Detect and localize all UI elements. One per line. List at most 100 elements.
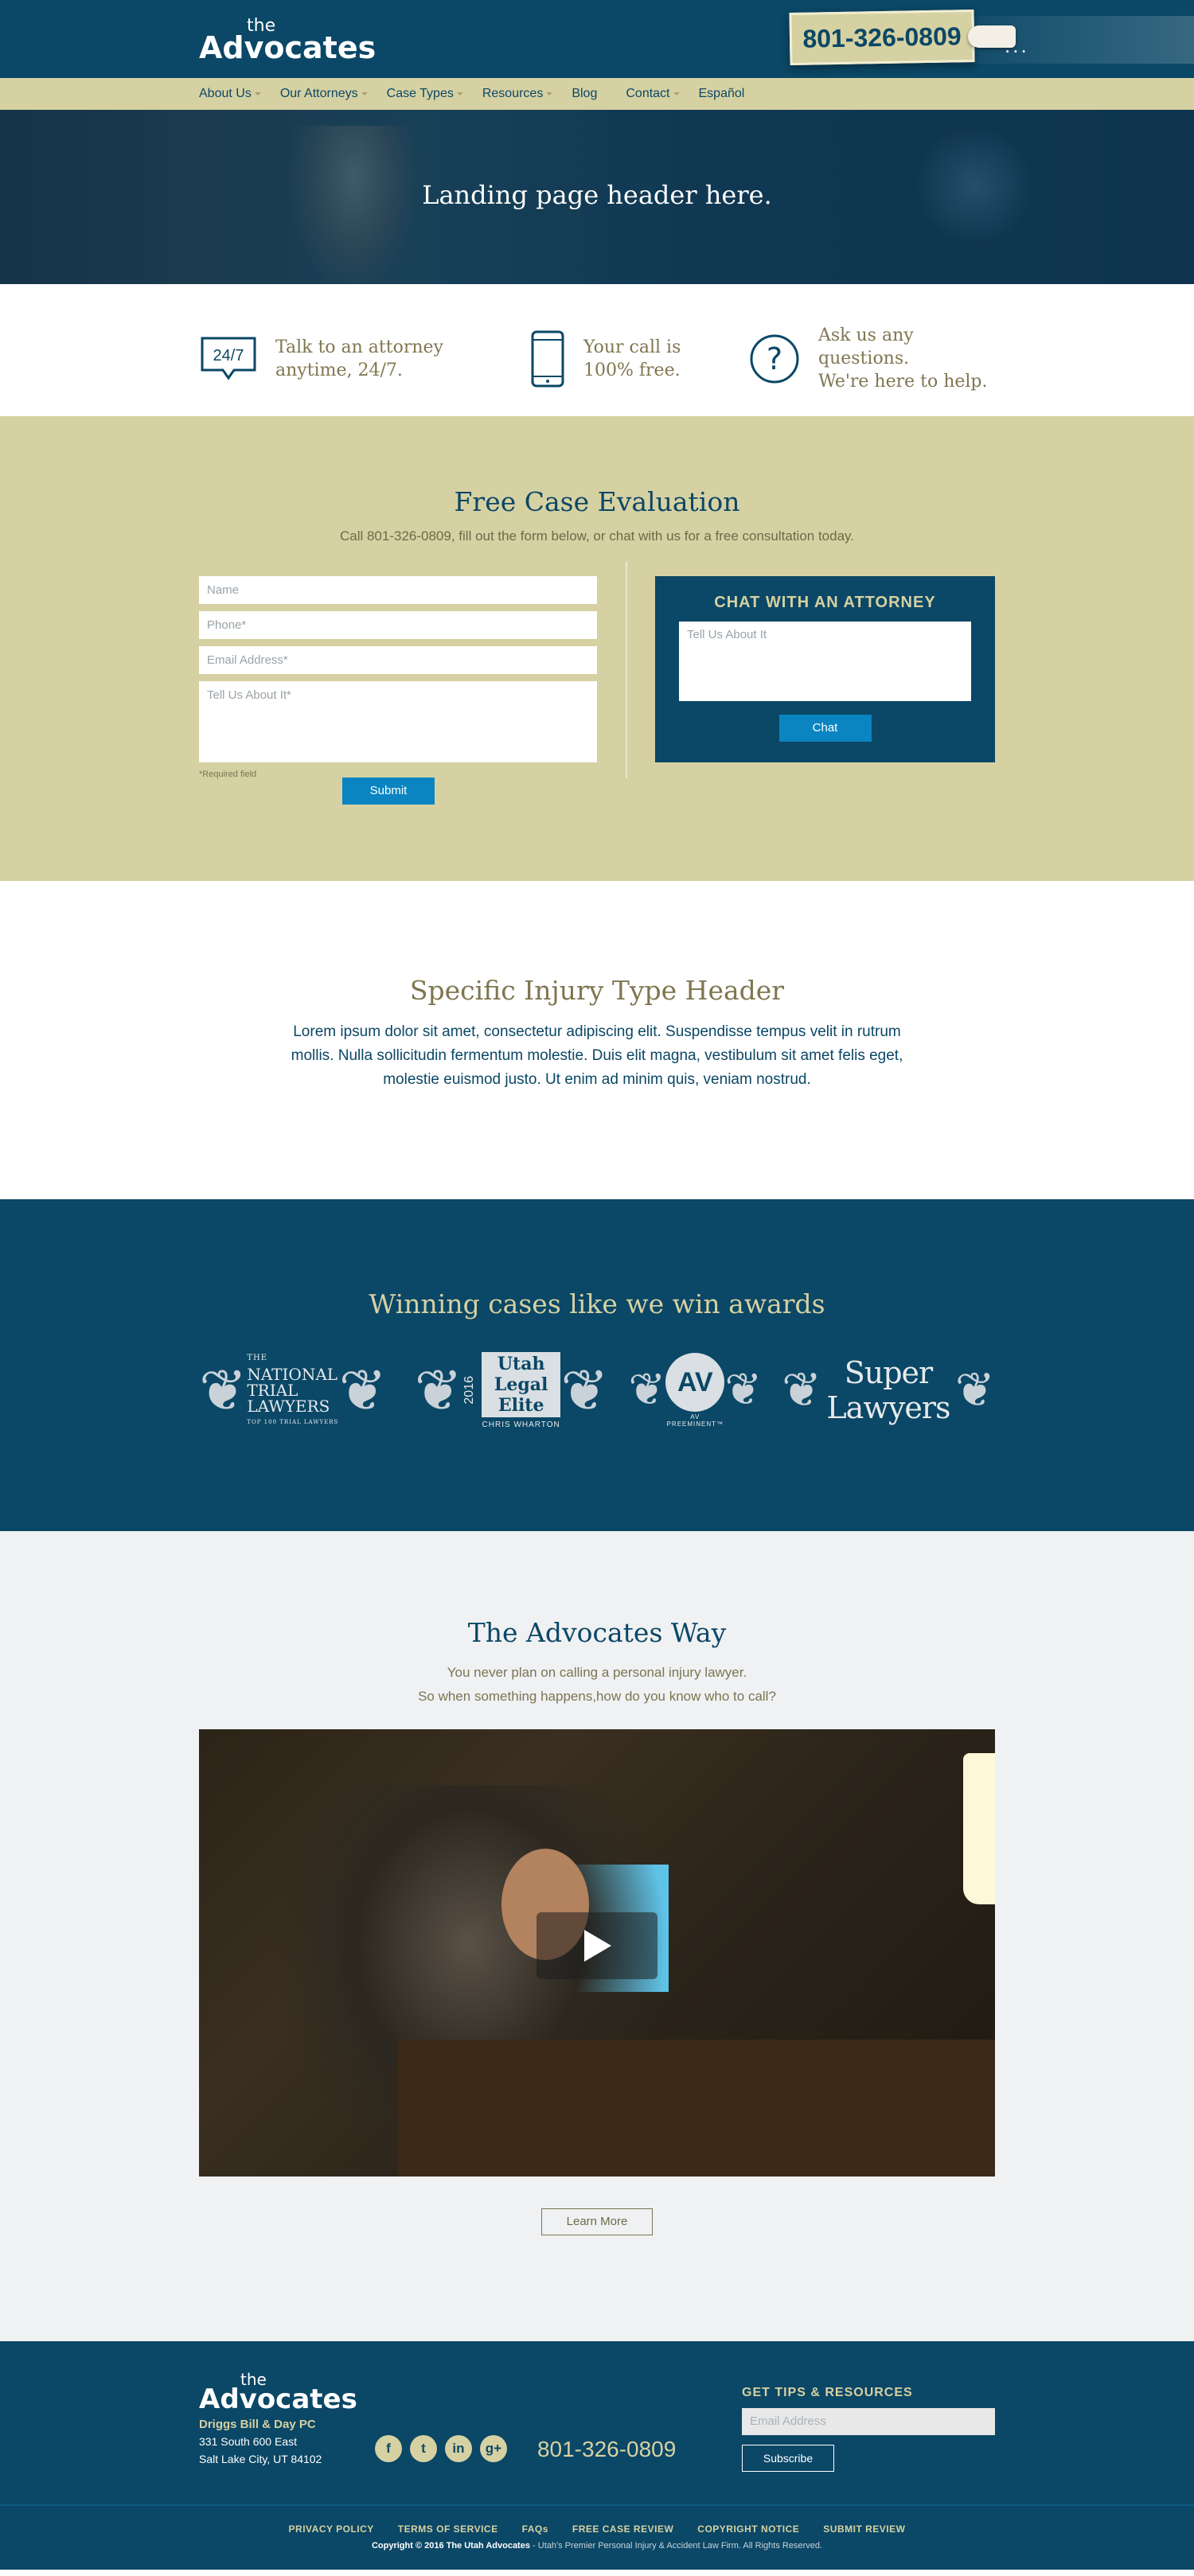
video-player[interactable] [199, 1729, 995, 2177]
feature-free-call: Your call is 100% free. [529, 324, 689, 393]
feature-questions: ? Ask us any questions. We're here to hel… [748, 324, 995, 393]
facebook-icon[interactable]: f [374, 2435, 402, 2462]
award-ntl-trial-lawyers: TRIAL LAWYERS [247, 1381, 330, 1416]
footer-link-terms[interactable]: TERMS OF SERVICE [398, 2523, 498, 2535]
injury-body: Lorem ipsum dolor sit amet, consectetur … [291, 1023, 903, 1088]
award-legal-elite-utah: Utah [497, 1353, 545, 1374]
newsletter-email-input[interactable]: Email Address [742, 2408, 995, 2435]
nav-blog[interactable]: Blog [572, 87, 597, 101]
chat-title: CHAT WITH AN ATTORNEY [714, 594, 936, 611]
site-logo[interactable]: the Advocates [199, 18, 377, 65]
hero-banner: Landing page header here. [0, 110, 1194, 284]
header-phone-number: 801-326-0809 [802, 21, 962, 53]
24-7-chat-icon: 24/7 [201, 337, 256, 380]
award-legal-elite-text: 2016 Utah Legal Elite CHRIS WHARTON [462, 1351, 561, 1429]
tips-title: GET TIPS & RESOURCES [742, 2386, 913, 2399]
submit-button[interactable]: Submit [342, 777, 435, 805]
way-text: You never plan on calling a personal inj… [0, 1661, 1194, 1709]
form-divider [626, 562, 627, 778]
copyright-rest: - Utah's Premier Personal Injury & Accid… [529, 2541, 823, 2551]
nav-contact[interactable]: Contact [626, 87, 680, 101]
feature-24-7-line1: Talk to an attorney [275, 337, 443, 357]
award-av-caption: AV PREEMINENT™ [666, 1413, 724, 1428]
nav-about-us[interactable]: About Us [199, 87, 261, 101]
question-icon: ? [750, 334, 799, 383]
award-ntl-the: THE [247, 1354, 268, 1362]
award-ntl-text: THE NATIONAL TRIAL LAWYERS TOP 100 TRIAL… [247, 1350, 338, 1430]
footer-address: 331 South 600 East Salt Lake City, UT 841… [199, 2433, 373, 2468]
nav-espanol[interactable]: Español [699, 87, 745, 101]
av-logo-icon: AV [665, 1353, 725, 1412]
laurel-left-icon: ❦ [414, 1357, 462, 1424]
award-super-lawyers-text: Super Lawyers [826, 1355, 950, 1425]
name-field[interactable]: Name [199, 576, 597, 604]
header-phone-card[interactable]: 801-326-0809 [789, 9, 975, 66]
laurel-right-icon: ❦ [560, 1357, 609, 1424]
laurel-right-icon: ❦ [338, 1357, 387, 1424]
linkedin-icon[interactable]: in [444, 2435, 472, 2462]
footer-links: PRIVACY POLICY TERMS OF SERVICE FAQs FRE… [0, 2506, 1194, 2535]
copyright-bold: Copyright © 2016 The Utah Advocates [371, 2541, 530, 2551]
feature-free-call-text: Your call is 100% free. [583, 336, 681, 382]
award-legal-elite-mark: Utah Legal Elite [481, 1351, 561, 1417]
google-plus-icon[interactable]: g+ [479, 2435, 507, 2462]
award-legal-elite-title: Legal Elite [494, 1374, 548, 1416]
svg-text:?: ? [767, 341, 782, 376]
newsletter-signup: GET TIPS & RESOURCES Email Address Subsc… [742, 2373, 995, 2504]
social-links: f t in g+ [374, 2435, 507, 2504]
nav-our-attorneys[interactable]: Our Attorneys [280, 87, 368, 101]
logo-name: Advocates [199, 30, 377, 65]
video-lamp [963, 1753, 995, 1904]
awards-title: Winning cases like we win awards [369, 1288, 825, 1319]
award-utah-legal-elite: ❦ 2016 Utah Legal Elite CHRIS WHARTON ❦ [414, 1351, 609, 1429]
case-subtitle: Call 801-326-0809, fill out the form bel… [339, 528, 855, 544]
chat-message-input[interactable]: Tell Us About It [679, 622, 971, 701]
footer-phone[interactable]: 801-326-0809 [537, 2437, 696, 2504]
award-national-trial-lawyers: ❦ THE NATIONAL TRIAL LAWYERS TOP 100 TRI… [199, 1354, 387, 1426]
footer-link-case-review[interactable]: FREE CASE REVIEW [572, 2523, 673, 2535]
injury-section: Specific Injury Type Header Lorem ipsum … [0, 881, 1194, 1199]
feature-questions-line2: We're here to help. [818, 372, 988, 392]
video-desk [398, 2040, 995, 2177]
footer-link-submit-review[interactable]: SUBMIT REVIEW [823, 2523, 905, 2535]
laurel-right-icon: ❦ [954, 1362, 995, 1418]
footer-firm-name: Driggs Bill & Day PC [199, 2418, 316, 2431]
footer-brand: the Advocates Driggs Bill & Day PC 331 S… [199, 2371, 373, 2504]
chat-icon-text: 24/7 [213, 347, 244, 364]
award-ntl-top100: TOP 100 TRIAL LAWYERS [247, 1419, 339, 1425]
way-line2: So when something happens,how do you kno… [418, 1689, 776, 1704]
features-strip: 24/7 Talk to an attorney anytime, 24/7. Y… [0, 284, 1194, 416]
subscribe-button[interactable]: Subscribe [742, 2445, 834, 2472]
case-evaluation-section: Free Case Evaluation Call 801-326-0809, … [0, 416, 1194, 881]
copyright-text: Copyright © 2016 The Utah Advocates - Ut… [0, 2541, 1194, 2551]
phone-field[interactable]: Phone* [199, 611, 597, 639]
phone-icon [531, 330, 564, 387]
award-legal-elite-year: 2016 [462, 1376, 476, 1405]
nav-case-types[interactable]: Case Types [387, 87, 464, 101]
email-field[interactable]: Email Address* [199, 646, 597, 674]
feature-free-call-line2: 100% free. [583, 360, 681, 380]
play-icon[interactable] [537, 1912, 657, 1979]
footer-link-privacy[interactable]: PRIVACY POLICY [289, 2523, 374, 2535]
case-form: Name Phone* Email Address* Tell Us About… [199, 576, 597, 805]
chat-button[interactable]: Chat [778, 715, 872, 742]
learn-more-button[interactable]: Learn More [541, 2208, 653, 2235]
about-field[interactable]: Tell Us About It* [199, 681, 597, 762]
way-line1: You never plan on calling a personal inj… [447, 1665, 747, 1680]
twitter-icon[interactable]: t [409, 2435, 437, 2462]
laurel-left-icon: ❦ [199, 1357, 248, 1424]
advocates-way-section: The Advocates Way You never plan on call… [0, 1531, 1194, 2341]
feature-24-7-line2: anytime, 24/7. [275, 360, 403, 380]
case-title: Free Case Evaluation [454, 486, 740, 517]
laurel-left-icon: ❦ [628, 1364, 666, 1416]
award-ntl-national: NATIONAL [247, 1365, 338, 1384]
main-nav: About Us Our Attorneys Case Types Resour… [0, 78, 1194, 110]
site-header: the Advocates 801-326-0809 ... [0, 0, 1194, 78]
footer-logo-name[interactable]: Advocates [199, 2386, 373, 2413]
laurel-right-icon: ❦ [724, 1364, 763, 1416]
nav-resources[interactable]: Resources [482, 87, 553, 101]
chat-panel: CHAT WITH AN ATTORNEY Tell Us About It C… [655, 576, 995, 762]
award-super-lawyers: ❦ Super Lawyers ❦ [782, 1354, 995, 1426]
footer-link-faqs[interactable]: FAQs [522, 2523, 548, 2535]
footer-link-copyright[interactable]: COPYRIGHT NOTICE [697, 2523, 799, 2535]
